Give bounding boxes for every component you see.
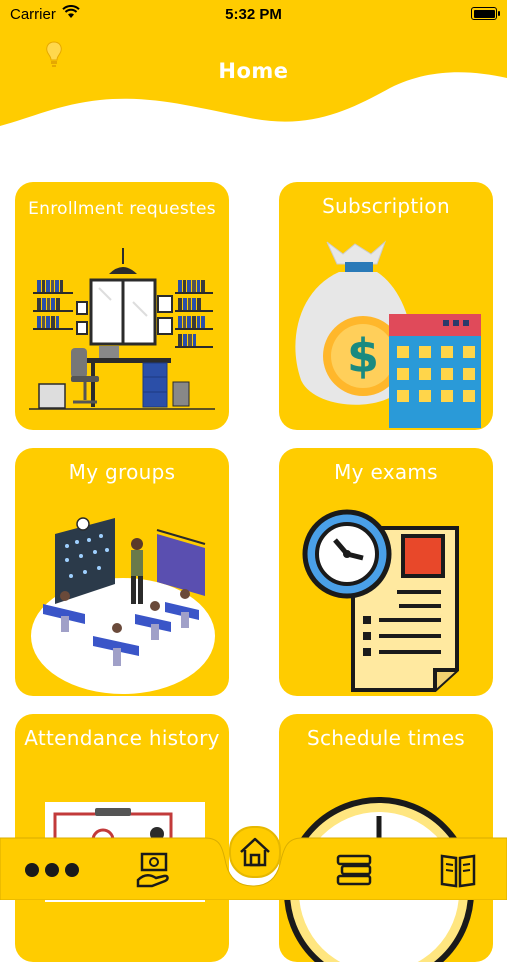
- card-my-exams[interactable]: My exams: [279, 448, 493, 696]
- card-label: My groups: [68, 460, 176, 484]
- books-stack-icon[interactable]: [334, 850, 374, 890]
- card-enrollment-requests[interactable]: Enrollment requestes: [15, 182, 229, 430]
- page-title: Home: [218, 59, 289, 83]
- svg-text:$: $: [347, 329, 379, 383]
- exam-clock-document-icon: [302, 509, 459, 692]
- card-subscription[interactable]: Subscription $: [279, 182, 493, 430]
- battery-icon: [471, 7, 500, 20]
- card-label: My exams: [334, 460, 438, 484]
- more-icon[interactable]: [20, 850, 84, 890]
- home-icon: [240, 837, 270, 867]
- office-illustration: [29, 248, 215, 410]
- card-label: Schedule times: [306, 726, 466, 750]
- status-bar: Carrier 5:32 PM: [0, 0, 507, 28]
- card-my-groups[interactable]: My groups: [15, 448, 229, 696]
- home-button[interactable]: [229, 826, 281, 878]
- money-bag-calendar-icon: $: [295, 240, 481, 428]
- card-label: Attendance history: [24, 726, 220, 750]
- status-time: 5:32 PM: [225, 6, 282, 23]
- classroom-illustration: [31, 517, 215, 694]
- card-label: Enrollment requestes: [28, 199, 216, 219]
- open-book-icon[interactable]: [438, 850, 478, 890]
- payment-icon[interactable]: [134, 850, 174, 890]
- card-label: Subscription: [322, 194, 450, 218]
